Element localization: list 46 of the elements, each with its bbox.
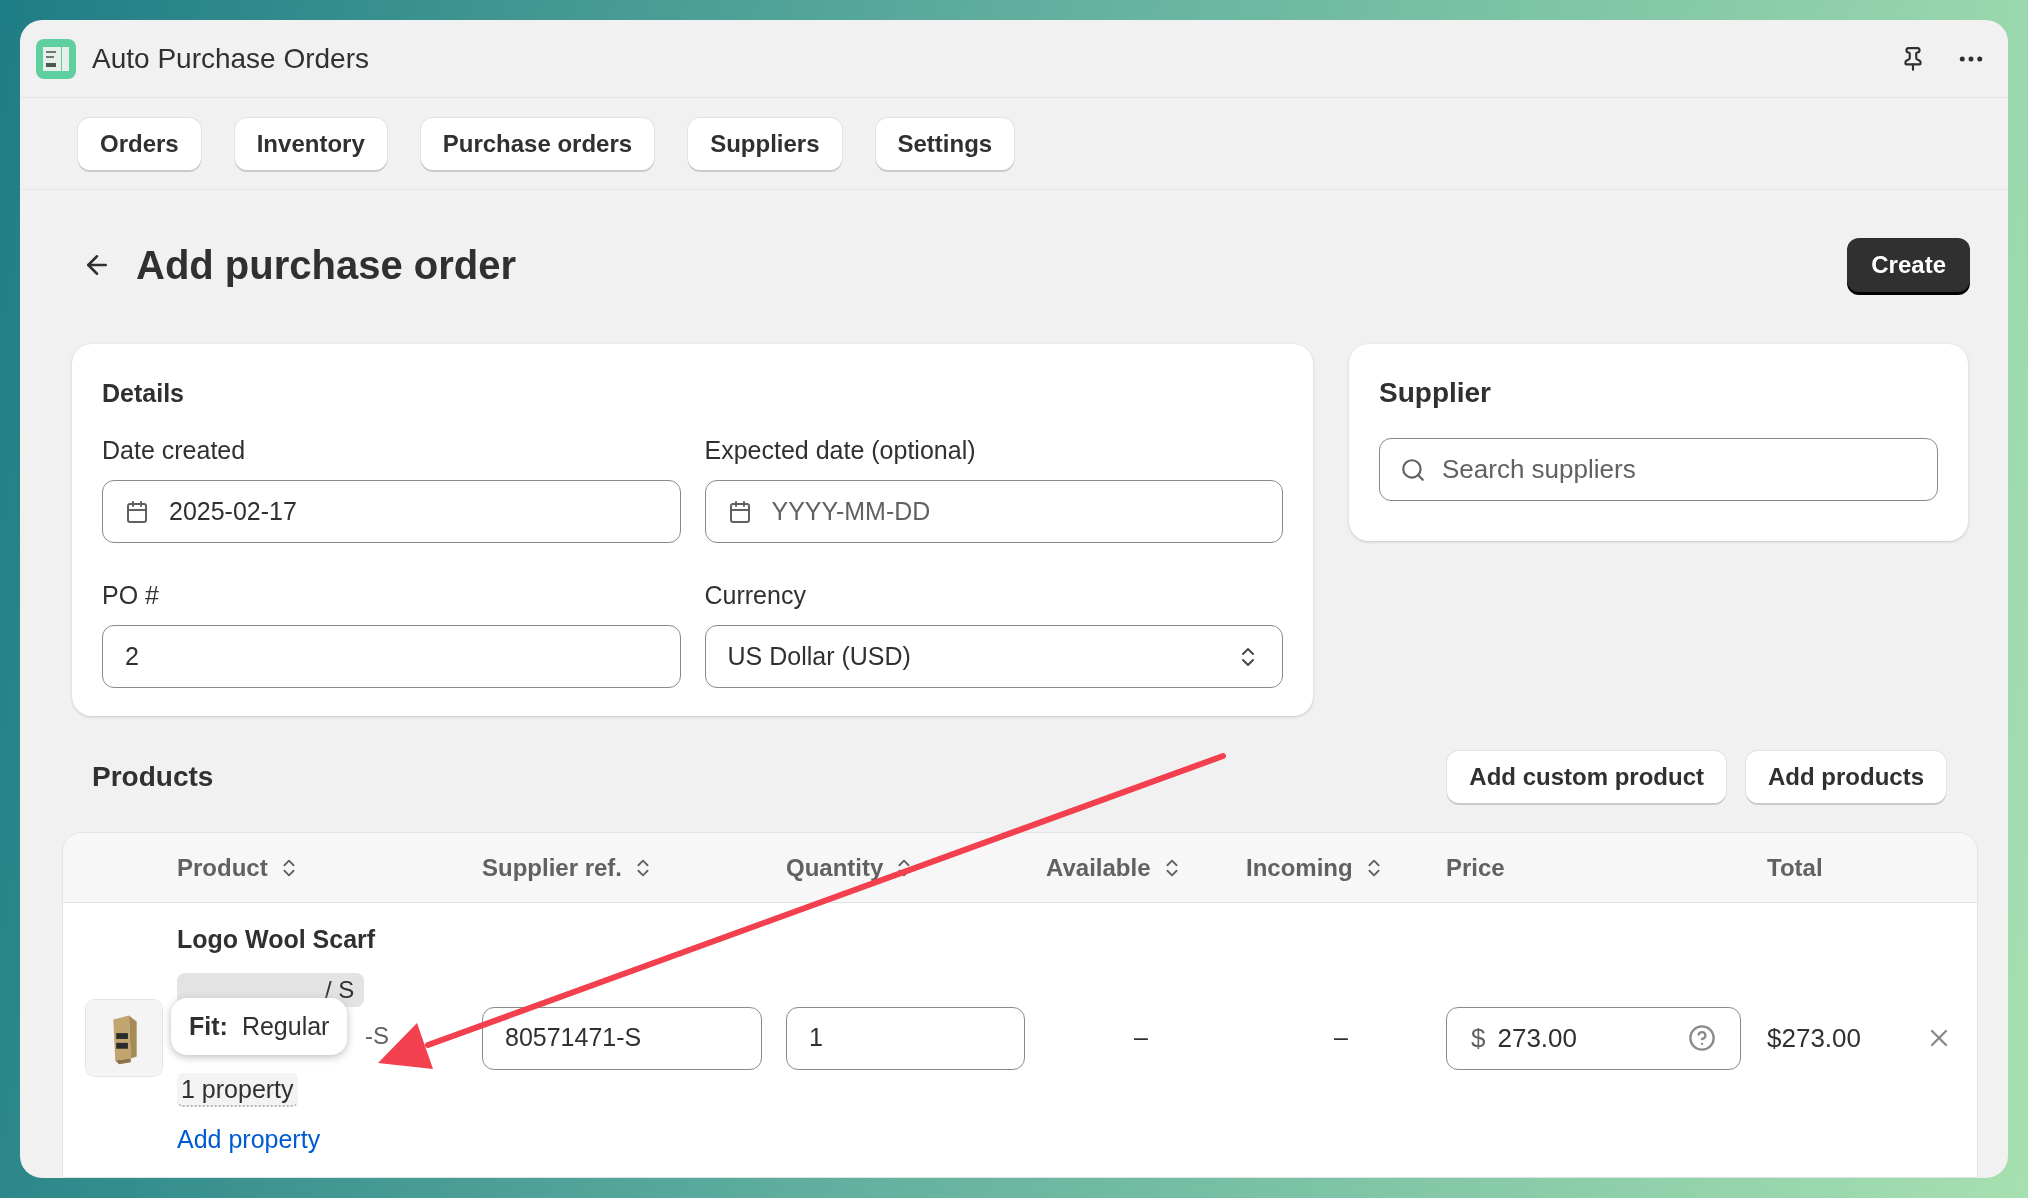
search-field[interactable]: Search suppliers (1379, 438, 1938, 501)
sku-text: -S (365, 1021, 389, 1051)
calendar-icon (727, 499, 752, 524)
field-label: PO # (102, 580, 160, 610)
section-title: Products (92, 760, 215, 794)
column-header: Product (177, 852, 268, 883)
field-label: Date created (102, 435, 247, 465)
app-title: Auto Purchase Orders (92, 41, 371, 76)
currency-select[interactable]: US Dollar (USD) (704, 625, 1283, 688)
supplier-ref-input[interactable]: 80571471-S (482, 1006, 762, 1070)
input-field[interactable]: 2025-02-17 (102, 480, 681, 543)
card-title: Details (102, 378, 185, 408)
tooltip-label: Fit: (189, 1010, 228, 1042)
property-count[interactable]: 1 property (177, 1073, 298, 1107)
column-header: Supplier ref. (482, 852, 623, 883)
search-icon (1400, 456, 1426, 483)
quantity-input[interactable]: 1 (786, 1006, 1025, 1070)
column-header: Total (1767, 852, 1823, 883)
page-title: Add purchase order (136, 242, 518, 289)
total-cell-text: $273.00 (1767, 1021, 1862, 1055)
add-property-link[interactable]: Add property (177, 1123, 321, 1155)
nav-tab[interactable]: Suppliers (688, 117, 842, 170)
column-header: Available (1046, 852, 1151, 883)
available-cell: – (1134, 1023, 1148, 1052)
field-label: Expected date (optional) (704, 435, 977, 465)
nav-tab[interactable]: Orders (78, 117, 201, 170)
incoming-cell: – (1334, 1023, 1348, 1052)
column-header: Price (1446, 852, 1505, 883)
input-field[interactable]: YYYY-MM-DD (704, 480, 1283, 543)
product-name: Logo Wool Scarf (177, 924, 376, 954)
create-button[interactable]: Create (1847, 238, 1970, 292)
help-icon[interactable] (1688, 1024, 1716, 1052)
nav-tab[interactable]: Inventory (234, 117, 387, 170)
field-label: Currency (704, 580, 807, 610)
action-button[interactable]: Add products (1746, 751, 1946, 803)
nav-tab[interactable]: Settings (875, 117, 1015, 170)
column-header: Quantity (786, 852, 884, 883)
action-button[interactable]: Add custom product (1447, 751, 1726, 803)
column-header: Incoming (1246, 852, 1353, 883)
input-field[interactable]: 2 (102, 625, 681, 688)
app-logo-icon (36, 38, 76, 79)
calendar-icon (125, 499, 149, 524)
tooltip-value: Regular (241, 1010, 330, 1042)
price-input[interactable]: $ 273.00 (1446, 1006, 1741, 1070)
card-title: Supplier (1379, 376, 1492, 410)
nav-tab[interactable]: Purchase orders (420, 117, 655, 170)
